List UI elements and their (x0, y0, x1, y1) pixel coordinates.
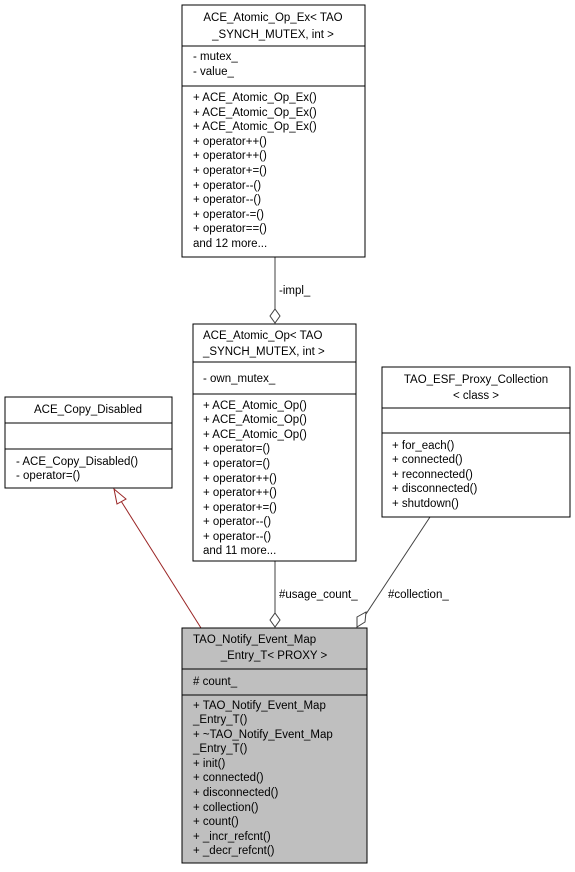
edge-label-impl: -impl_ (279, 285, 311, 297)
edge-usage-count: #usage_count_ (269, 561, 358, 628)
class-ace-atomic-op-ex[interactable]: ACE_Atomic_Op_Ex< TAO _SYNCH_MUTEX, int … (181, 4, 366, 258)
class-method: + TAO_Notify_Event_Map (193, 700, 326, 712)
class-attribute: - mutex_ (193, 51, 238, 63)
class-method: + operator-=() (193, 209, 264, 221)
class-method: + operator+=() (203, 502, 277, 514)
class-method: _Entry_T() (192, 743, 247, 755)
class-method: + operator++() (193, 150, 267, 162)
class-method: + operator--() (193, 194, 261, 206)
class-method: + ACE_Atomic_Op_Ex() (193, 92, 317, 104)
class-attribute: - value_ (193, 66, 235, 78)
class-title-line: TAO_Notify_Event_Map (193, 634, 316, 646)
edge-impl: -impl_ (269, 257, 311, 324)
class-method: + collection() (193, 802, 259, 814)
class-method: + ACE_Atomic_Op() (203, 400, 307, 412)
class-method: + ACE_Atomic_Op() (203, 414, 307, 426)
class-method: + ACE_Atomic_Op_Ex() (193, 121, 317, 133)
class-title-line: _Entry_T< PROXY > (220, 650, 328, 662)
class-method: + _decr_refcnt() (193, 845, 275, 857)
class-method: + connected() (392, 454, 463, 466)
class-method: + operator++() (203, 487, 277, 499)
class-attribute: - own_mutex_ (203, 373, 276, 385)
class-method: _Entry_T() (192, 714, 247, 726)
class-method-more: and 11 more... (203, 545, 276, 557)
class-method: + init() (193, 758, 225, 770)
class-title-line: _SYNCH_MUTEX, int > (202, 346, 325, 358)
edge-inheritance (113, 487, 202, 629)
class-method: + _incr_refcnt() (193, 831, 271, 843)
edge-label-collection: #collection_ (388, 589, 449, 601)
edge-collection: #collection_ (356, 516, 449, 628)
class-method: + operator++() (193, 136, 267, 148)
class-method: + operator++() (203, 473, 277, 485)
class-title-line: _SYNCH_MUTEX, int > (211, 29, 334, 41)
class-method: + for_each() (392, 440, 454, 452)
class-method: + reconnected() (392, 469, 473, 481)
class-method: + ACE_Atomic_Op_Ex() (193, 107, 317, 119)
aggregation-diamond-icon (269, 612, 281, 628)
class-method: + operator=() (203, 443, 270, 455)
class-ace-copy-disabled[interactable]: ACE_Copy_Disabled - ACE_Copy_Disabled() … (4, 396, 173, 489)
inheritance-arrow-icon (113, 487, 127, 505)
class-method: - operator=() (16, 470, 80, 482)
class-tao-notify-event-map-entry[interactable]: TAO_Notify_Event_Map _Entry_T< PROXY > #… (181, 627, 368, 864)
class-method: + ~TAO_Notify_Event_Map (193, 729, 333, 741)
class-tao-esf-proxy-collection[interactable]: TAO_ESF_Proxy_Collection < class > + for… (381, 366, 571, 518)
class-method: + operator--() (203, 531, 271, 543)
class-method: + operator==() (193, 223, 267, 235)
class-method: + operator--() (193, 180, 261, 192)
class-method: + operator--() (203, 516, 271, 528)
class-title-line: ACE_Atomic_Op< TAO (203, 330, 322, 342)
class-method-more: and 12 more... (193, 238, 267, 250)
class-method: + operator+=() (193, 165, 267, 177)
class-method: + count() (193, 816, 239, 828)
class-title-line: ACE_Atomic_Op_Ex< TAO (203, 12, 342, 24)
class-title-line: < class > (453, 390, 499, 402)
class-diagram: -impl_ #usage_count_ #collection_ ACE_At… (4, 4, 571, 864)
class-title-line: TAO_ESF_Proxy_Collection (404, 374, 548, 386)
class-method: + disconnected() (193, 787, 279, 799)
edge-label-usage-count: #usage_count_ (279, 589, 358, 601)
edge-inheritance-line (120, 500, 202, 629)
class-method: + disconnected() (392, 483, 478, 495)
class-method: + ACE_Atomic_Op() (203, 429, 307, 441)
class-method: + operator=() (203, 458, 270, 470)
class-method: + shutdown() (392, 498, 459, 510)
class-attribute: # count_ (193, 676, 238, 688)
aggregation-diamond-icon (356, 611, 367, 628)
class-ace-atomic-op[interactable]: ACE_Atomic_Op< TAO _SYNCH_MUTEX, int > -… (192, 323, 357, 562)
class-method: - ACE_Copy_Disabled() (16, 456, 138, 468)
class-title-line: ACE_Copy_Disabled (34, 404, 142, 416)
class-method: + connected() (193, 772, 264, 784)
aggregation-diamond-icon (269, 308, 281, 324)
